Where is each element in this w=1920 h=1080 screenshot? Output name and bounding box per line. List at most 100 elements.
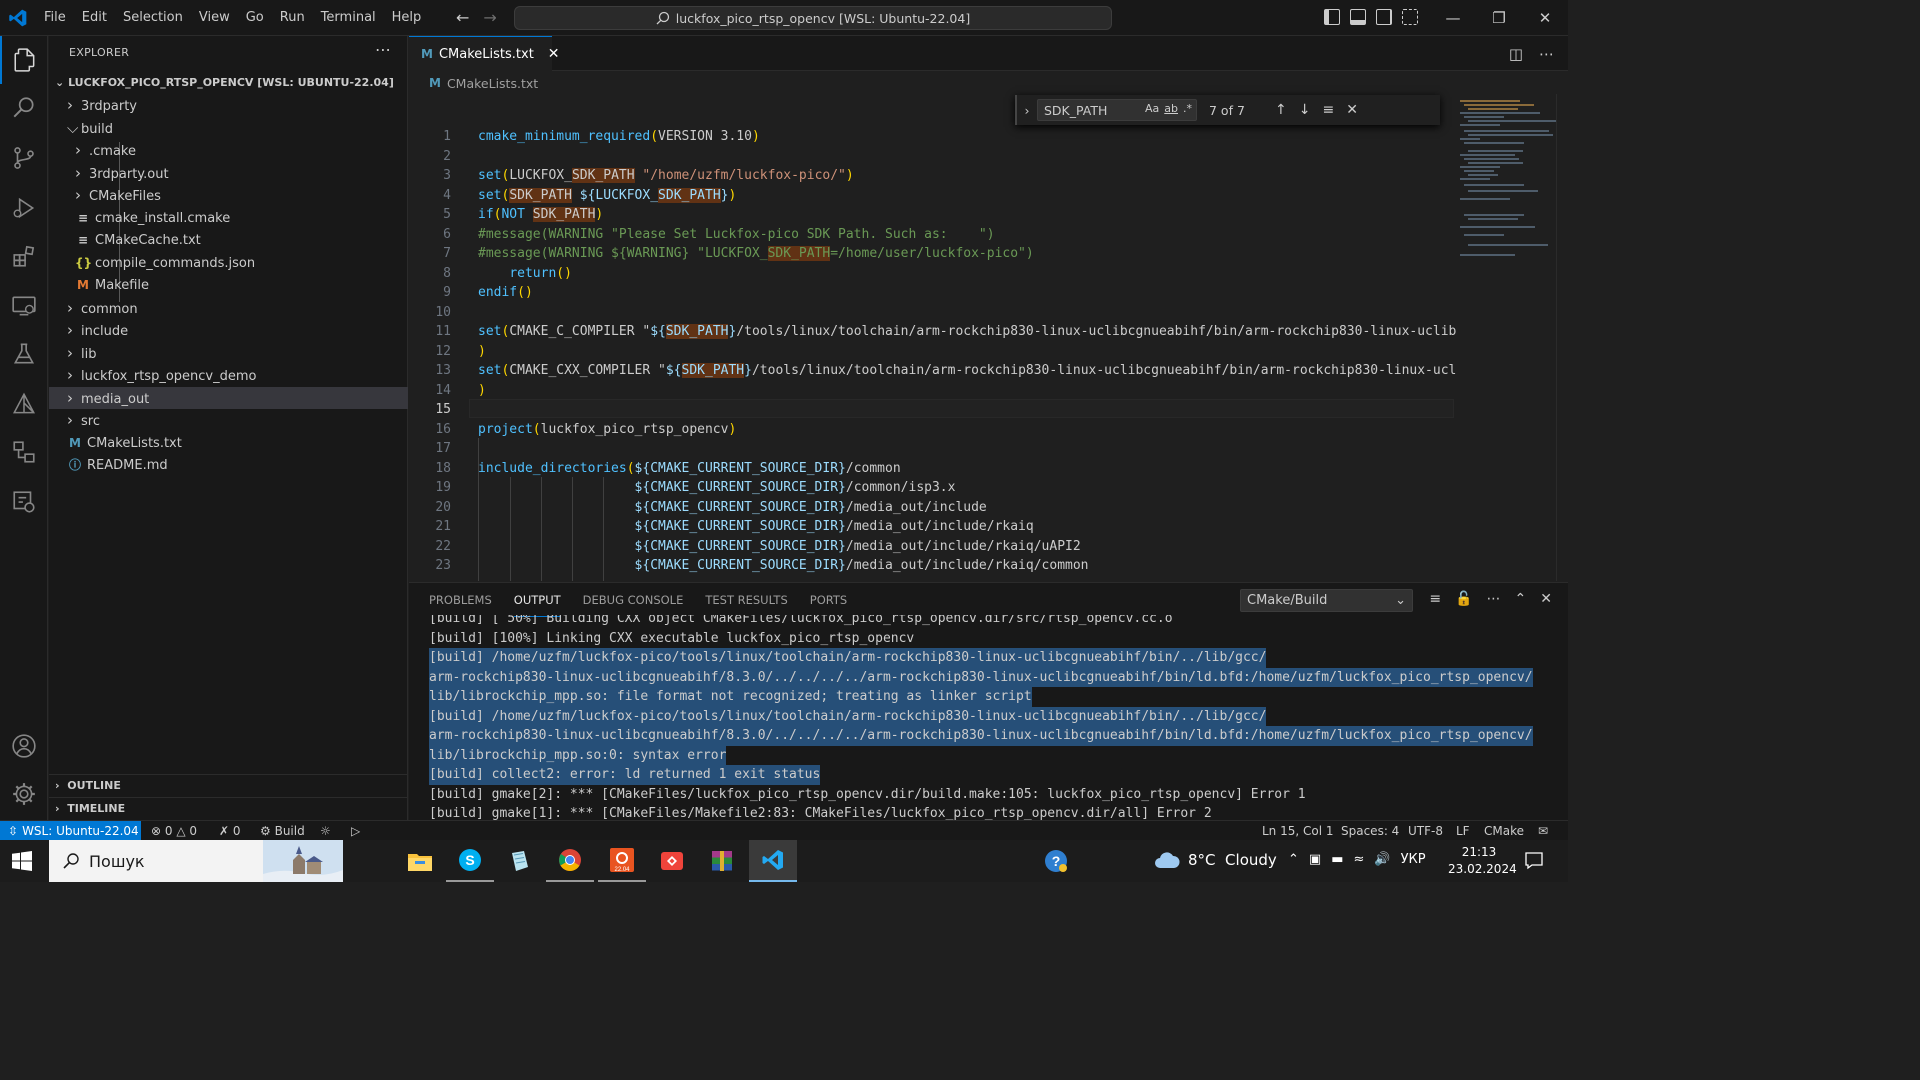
debug-bug-icon[interactable]: ☼ [320, 821, 331, 841]
remote-indicator[interactable]: ⇳ WSL: Ubuntu-22.04 [0, 821, 141, 841]
tree-folder[interactable]: › src [49, 409, 408, 432]
more-actions-icon[interactable]: ⋯ [375, 40, 391, 59]
close-panel-icon[interactable]: ✕ [1540, 591, 1552, 607]
close-tab-icon[interactable]: ✕ [548, 46, 560, 62]
tab-problems[interactable]: PROBLEMS [429, 583, 492, 617]
run-play-icon[interactable]: ▷ [351, 821, 360, 841]
close-find-icon[interactable]: ✕ [1346, 102, 1358, 118]
clear-output-icon[interactable]: ≡ [1429, 591, 1441, 607]
source-control-icon[interactable] [0, 134, 48, 182]
command-center[interactable]: luckfox_pico_rtsp_opencv [WSL: Ubuntu-22… [514, 6, 1112, 30]
vscode-icon[interactable] [749, 840, 797, 882]
tree-file[interactable]: {} compile_commands.json [49, 252, 408, 275]
find-input[interactable]: SDK_PATH Aa ab .* [1037, 99, 1197, 121]
cursor-position[interactable]: Ln 15, Col 1 [1262, 821, 1334, 841]
tree-folder[interactable]: › 3rdparty [49, 94, 408, 117]
tree-folder[interactable]: › media_out [49, 386, 408, 409]
back-arrow-icon[interactable]: ← [456, 8, 469, 27]
tab-debug-console[interactable]: DEBUG CONSOLE [583, 583, 684, 617]
search-activity-icon[interactable] [0, 84, 48, 132]
toggle-primary-sidebar-icon[interactable] [1324, 9, 1340, 25]
end-of-line[interactable]: LF [1456, 821, 1470, 841]
encoding[interactable]: UTF-8 [1408, 821, 1443, 841]
menu-go[interactable]: Go [238, 0, 272, 36]
windows-start-icon[interactable] [12, 851, 32, 871]
menu-view[interactable]: View [191, 0, 238, 36]
tab-ports[interactable]: PORTS [810, 583, 847, 617]
output-channel-select[interactable]: CMake/Build ⌄ [1240, 589, 1413, 612]
breadcrumb[interactable]: M CMakeLists.txt [409, 72, 538, 94]
tree-file[interactable]: ≡ cmake_install.cmake [49, 207, 408, 230]
tree-folder[interactable]: › lib [49, 342, 408, 365]
tab-output[interactable]: OUTPUT [513, 583, 561, 617]
editor-scrollbar[interactable] [1556, 94, 1568, 581]
code-editor[interactable]: 1 2 3 4 5 6 7 8 9 10 11 12 13 14 15 16 17 18 19 20 21 22 23 cm… [409, 94, 1568, 581]
battery-icon[interactable]: ▬ [1331, 852, 1343, 867]
use-regex-icon[interactable]: .* [1183, 102, 1192, 115]
restore-icon[interactable]: ❐ [1476, 0, 1522, 36]
toggle-replace-icon[interactable]: › [1017, 103, 1037, 118]
explorer-icon[interactable] [0, 36, 48, 84]
tree-folder[interactable]: › include [49, 319, 408, 342]
file-explorer-icon[interactable] [396, 840, 444, 882]
menu-help[interactable]: Help [384, 0, 430, 36]
customize-layout-icon[interactable] [1402, 9, 1418, 25]
accounts-icon[interactable] [0, 722, 48, 770]
indentation[interactable]: Spaces: 4 [1341, 821, 1399, 841]
menu-file[interactable]: File [36, 0, 74, 36]
next-match-icon[interactable]: ↓ [1299, 102, 1311, 118]
outline-section[interactable]: › OUTLINE [49, 774, 408, 796]
timeline-tree-icon[interactable] [0, 428, 48, 476]
output-log[interactable]: [build] [ 50%] Building CXX object CMake… [429, 615, 1554, 821]
previous-match-icon[interactable]: ↑ [1275, 102, 1287, 118]
find-in-selection-icon[interactable]: ≡ [1322, 102, 1334, 118]
menu-terminal[interactable]: Terminal [313, 0, 384, 36]
help-icon[interactable]: ? [1032, 840, 1080, 882]
taskbar-search[interactable]: Пошук [49, 840, 343, 882]
cmake-build-button[interactable]: ⚙ Build [260, 821, 305, 841]
more-actions-icon[interactable]: ⋯ [1539, 45, 1554, 63]
menu-edit[interactable]: Edit [74, 0, 115, 36]
breadcrumb-file[interactable]: CMakeLists.txt [447, 76, 538, 91]
toggle-secondary-sidebar-icon[interactable] [1376, 9, 1392, 25]
toggle-panel-icon[interactable] [1350, 9, 1366, 25]
tree-folder[interactable]: › 3rdparty.out [49, 162, 408, 185]
lock-scroll-icon[interactable]: 🔓 [1455, 591, 1472, 607]
split-editor-icon[interactable]: ◫ [1509, 45, 1523, 63]
volume-icon[interactable]: 🔊 [1374, 852, 1390, 867]
tree-folder[interactable]: › luckfox_rtsp_opencv_demo [49, 364, 408, 387]
tree-file[interactable]: M CMakeLists.txt [49, 432, 408, 455]
minimap[interactable] [1456, 94, 1558, 581]
ubuntu-icon[interactable]: 22.04 [598, 840, 646, 882]
match-whole-word-icon[interactable]: ab [1164, 102, 1178, 115]
tree-folder[interactable]: › CMakeFiles [49, 184, 408, 207]
tree-file[interactable]: ⓘ README.md [49, 454, 408, 477]
tree-folder[interactable]: ⌵ build [49, 117, 408, 140]
more-actions-icon[interactable]: ⋯ [1487, 591, 1501, 607]
maximize-panel-icon[interactable]: ⌃ [1515, 591, 1527, 607]
weather-widget[interactable]: 8°C Cloudy [1154, 851, 1277, 869]
cmake-icon[interactable] [0, 380, 48, 428]
chrome-icon[interactable] [546, 840, 594, 882]
tree-folder[interactable]: › common [49, 297, 408, 320]
notepad-icon[interactable] [496, 840, 544, 882]
testing-icon[interactable] [0, 330, 48, 378]
workspace-root[interactable]: ⌄ LUCKFOX_PICO_RTSP_OPENCV [WSL: UBUNTU-… [49, 72, 408, 94]
tab-cmakelists[interactable]: M CMakeLists.txt ✕ [409, 36, 560, 71]
notification-center-icon[interactable] [1524, 850, 1544, 870]
remote-explorer-icon[interactable] [0, 282, 48, 330]
tab-test-results[interactable]: TEST RESULTS [705, 583, 787, 617]
skype-icon[interactable]: S [446, 840, 494, 882]
anydesk-icon[interactable] [648, 840, 696, 882]
language-mode[interactable]: CMake [1484, 821, 1524, 841]
clock[interactable]: 21:13 23.02.2024 [1448, 844, 1517, 878]
menu-run[interactable]: Run [272, 0, 313, 36]
keyboard-language[interactable]: УКР [1401, 852, 1426, 867]
wifi-icon[interactable]: ≈ [1354, 852, 1365, 867]
timeline-section[interactable]: › TIMELINE [49, 797, 408, 819]
ports-indicator[interactable]: ✗ 0 [219, 821, 241, 841]
tree-file[interactable]: ≡ CMakeCache.txt [49, 229, 408, 252]
problems-indicator[interactable]: ⊗ 0 △ 0 [151, 821, 197, 841]
manage-gear-icon[interactable] [0, 770, 48, 818]
container-settings-icon[interactable] [0, 478, 48, 526]
